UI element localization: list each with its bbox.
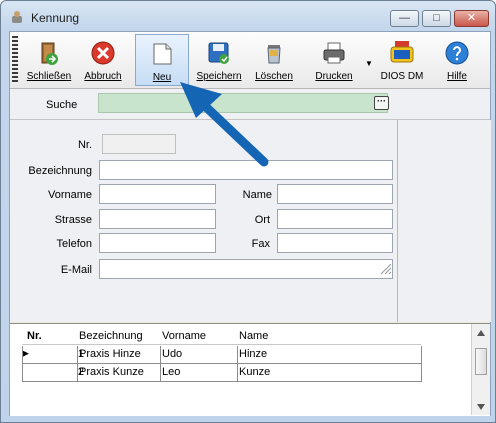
annotation-arrow xyxy=(180,82,269,167)
